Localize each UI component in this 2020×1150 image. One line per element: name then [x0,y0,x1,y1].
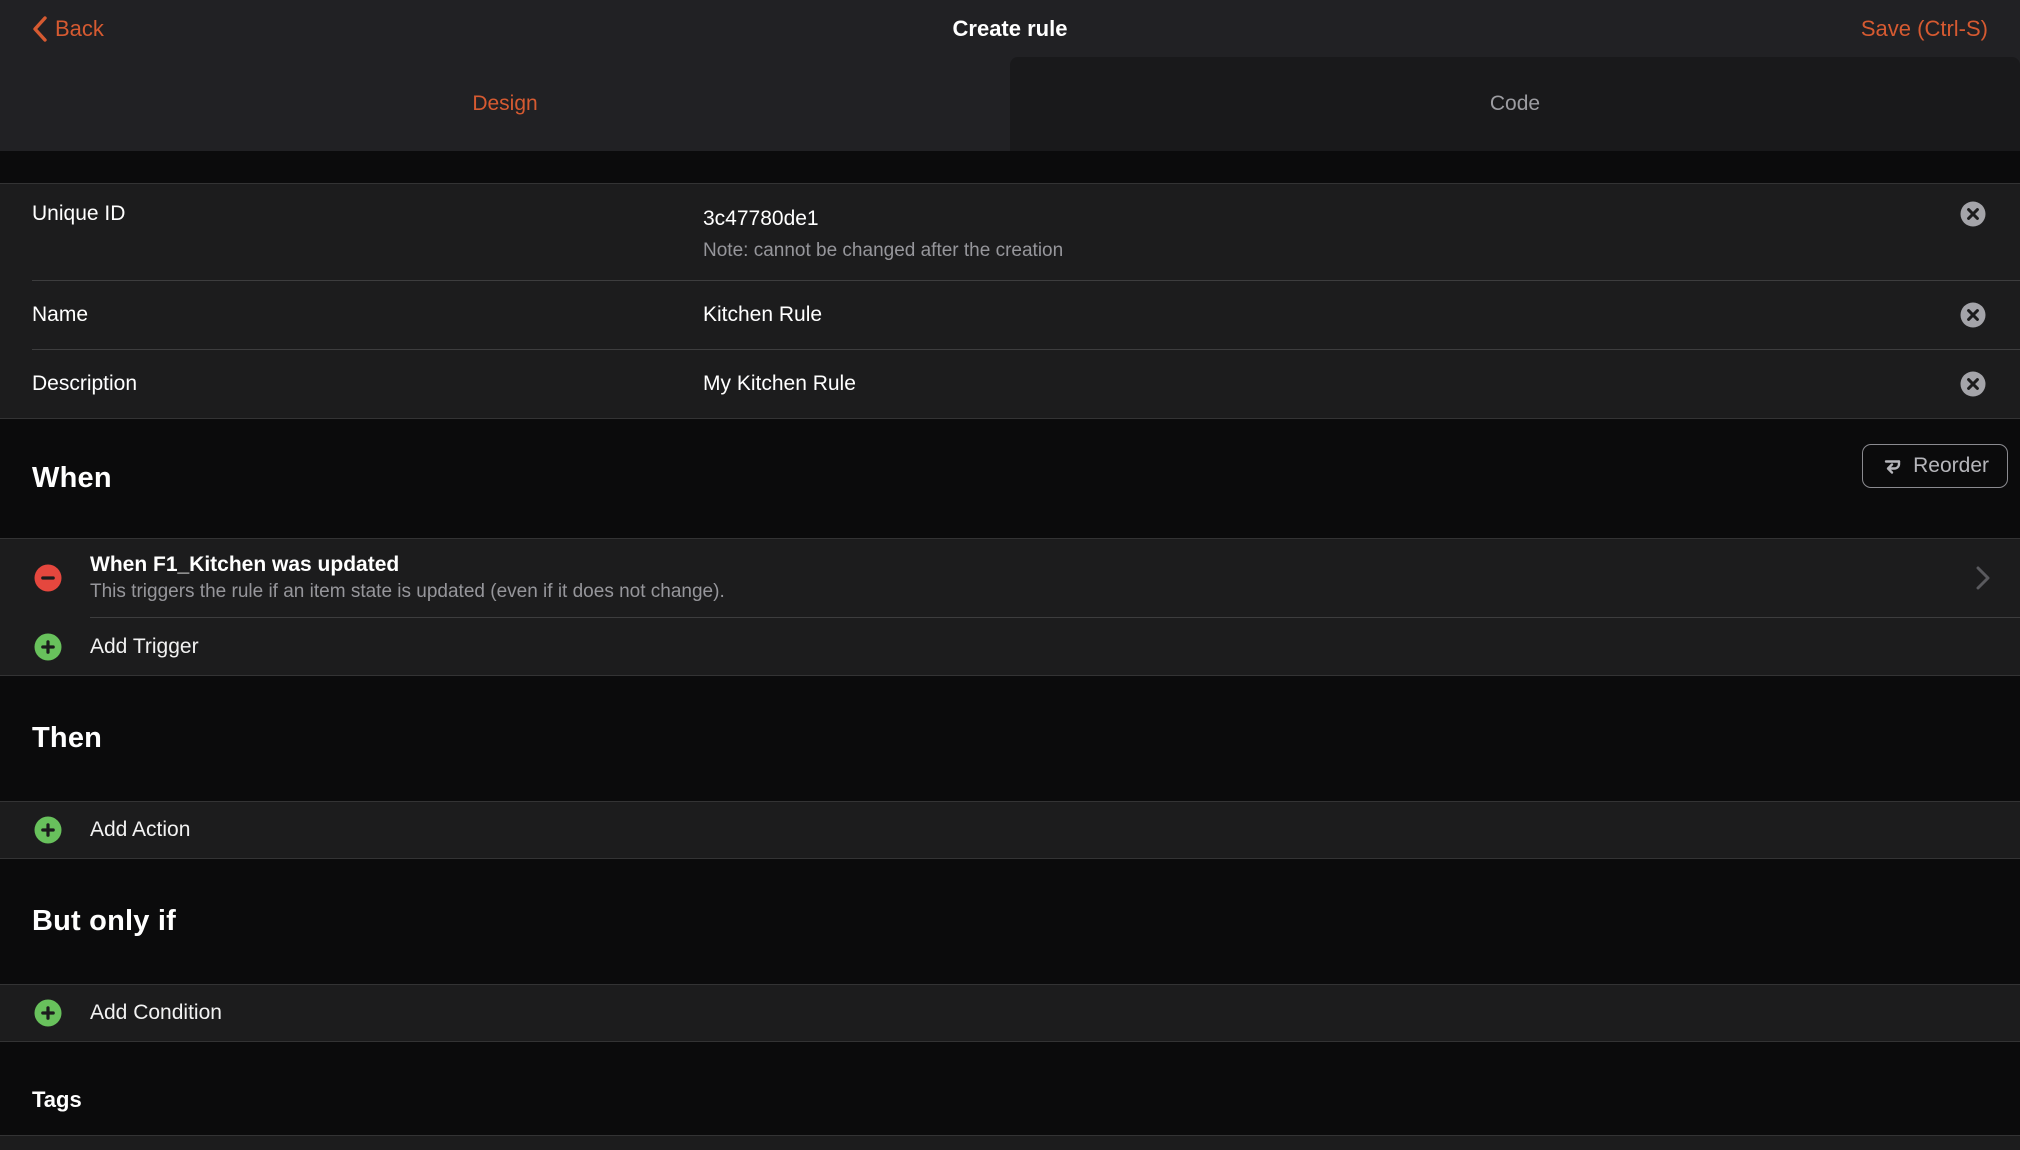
tags-section-header: Tags [0,1042,2020,1135]
clear-unique-id-button[interactable] [1960,201,1986,227]
plus-icon [34,633,62,661]
when-title: When [32,462,112,495]
rule-fields-list: Unique ID 3c47780de1 Note: cannot be cha… [0,183,2020,419]
page-title: Create rule [0,16,2020,42]
trigger-item[interactable]: When F1_Kitchen was updated This trigger… [0,539,2020,617]
trigger-title: When F1_Kitchen was updated [90,551,1960,579]
plus-icon [34,999,62,1027]
add-condition-button[interactable]: Add Condition [0,985,2020,1041]
tab-code[interactable]: Code [1010,57,2020,151]
description-label: Description [32,372,703,396]
add-action-button[interactable]: Add Action [0,802,2020,858]
add-trigger-button[interactable]: Add Trigger [0,618,2020,675]
unique-id-note: Note: cannot be changed after the creati… [703,236,1986,266]
remove-trigger-icon[interactable] [34,564,62,592]
tabbar: Design Code [0,57,2020,151]
description-row: Description My Kitchen Rule [0,350,2020,418]
conditions-list: Add Condition [0,984,2020,1042]
clear-name-button[interactable] [1960,302,1986,328]
add-action-label: Add Action [90,818,190,842]
then-section-header: Then [0,676,2020,801]
reorder-button[interactable]: Reorder [1862,444,2008,488]
trigger-description: This triggers the rule if an item state … [90,579,1960,605]
chevron-right-icon [1976,566,1990,590]
back-label: Back [55,16,104,42]
condition-section-header: But only if [0,859,2020,984]
clear-description-button[interactable] [1960,371,1986,397]
tags-title: Tags [32,1087,82,1113]
back-chevron-icon [32,16,47,42]
then-title: Then [32,722,102,755]
save-button[interactable]: Save (Ctrl-S) [1861,16,1988,42]
back-button[interactable]: Back [32,16,104,42]
tab-design[interactable]: Design [0,57,1010,151]
add-trigger-label: Add Trigger [90,635,199,659]
unique-id-row: Unique ID 3c47780de1 Note: cannot be cha… [0,184,2020,280]
triggers-list: When F1_Kitchen was updated This trigger… [0,538,2020,676]
plus-icon [34,816,62,844]
reorder-icon [1881,456,1903,477]
semantic-class-row[interactable]: Semantic Class None [0,1136,2020,1150]
name-input[interactable]: Kitchen Rule [703,298,1960,332]
spacer [0,151,2020,183]
unique-id-label: Unique ID [32,202,703,226]
reorder-label: Reorder [1913,454,1989,478]
header: Back Create rule Save (Ctrl-S) Design Co… [0,0,2020,151]
name-label: Name [32,303,703,327]
when-section-header: When Reorder [0,419,2020,538]
but-only-if-title: But only if [32,905,176,938]
add-condition-label: Add Condition [90,1001,222,1025]
name-row: Name Kitchen Rule [0,281,2020,349]
navbar: Back Create rule Save (Ctrl-S) [0,0,2020,57]
tags-list: Semantic Class None [0,1135,2020,1150]
description-input[interactable]: My Kitchen Rule [703,367,1960,401]
actions-list: Add Action [0,801,2020,859]
unique-id-input[interactable]: 3c47780de1 [703,202,1986,236]
